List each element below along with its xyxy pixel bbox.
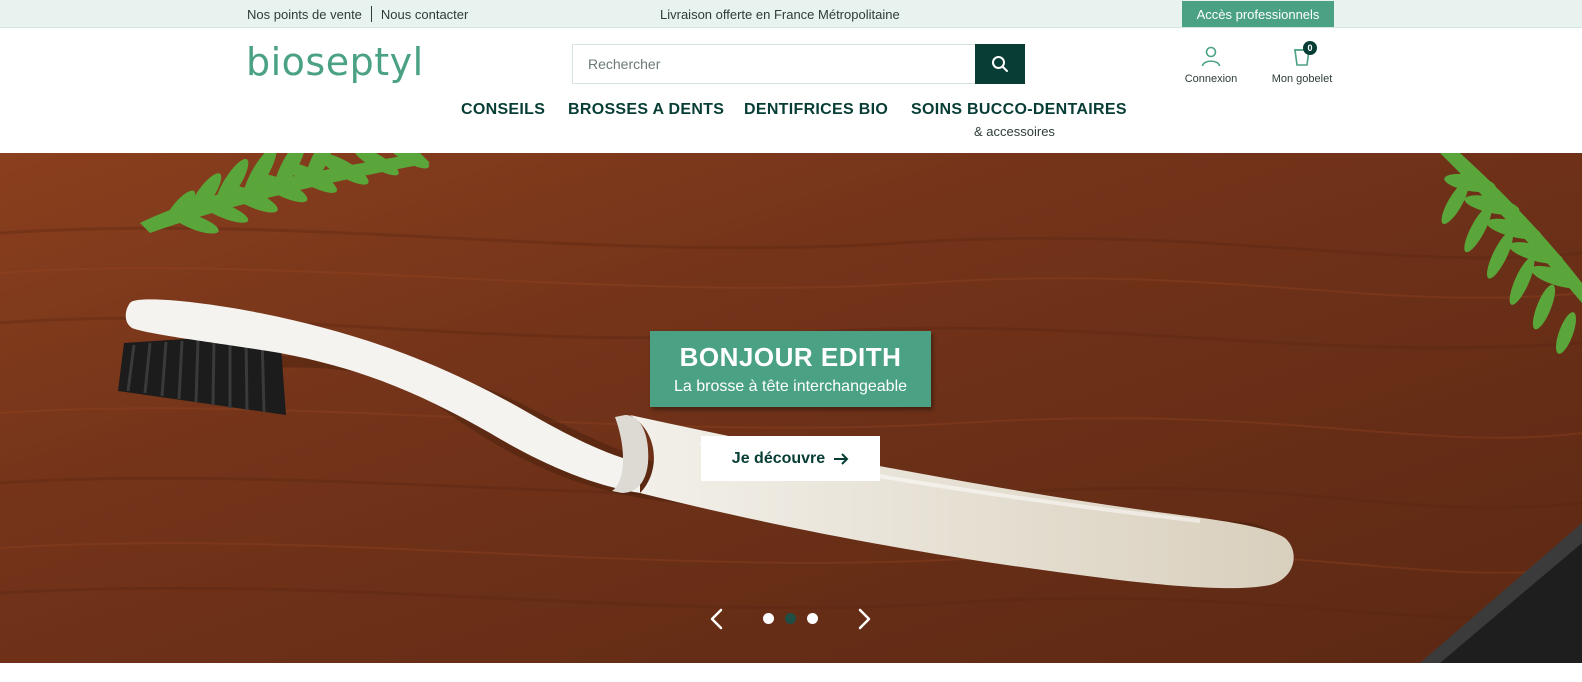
nav-item-dentifrices[interactable]: DENTIFRICES BIO bbox=[744, 101, 888, 119]
top-links: Nos points de vente Nous contacter bbox=[247, 6, 468, 22]
search-input[interactable] bbox=[572, 44, 975, 84]
slide-dot-3[interactable] bbox=[807, 613, 818, 624]
chevron-left-icon[interactable] bbox=[706, 607, 730, 631]
discover-button[interactable]: Je découvre bbox=[701, 436, 880, 481]
top-bar: Nos points de vente Nous contacter Livra… bbox=[0, 0, 1582, 28]
site-logo[interactable]: bioseptyl bbox=[246, 40, 424, 84]
hero-title: BONJOUR EDITH bbox=[679, 342, 902, 372]
divider bbox=[370, 6, 372, 22]
contact-link[interactable]: Nous contacter bbox=[381, 7, 468, 22]
account-link[interactable]: Connexion bbox=[1178, 44, 1244, 85]
search-icon bbox=[992, 56, 1008, 72]
main-nav: CONSEILS BROSSES A DENTS DENTIFRICES BIO… bbox=[0, 101, 1582, 141]
slide-dot-2[interactable] bbox=[785, 613, 796, 624]
search-button[interactable] bbox=[975, 44, 1025, 84]
store-locator-link[interactable]: Nos points de vente bbox=[247, 7, 362, 22]
page-continuation bbox=[0, 663, 1582, 682]
hero-subtitle: La brosse à tête interchangeable bbox=[673, 378, 908, 395]
chevron-right-icon[interactable] bbox=[851, 607, 875, 631]
account-label: Connexion bbox=[1184, 73, 1238, 85]
hero-title-box: BONJOUR EDITH La brosse à tête interchan… bbox=[650, 331, 931, 407]
discover-button-label: Je découvre bbox=[731, 449, 826, 467]
cart-label: Mon gobelet bbox=[1271, 73, 1333, 85]
nav-item-brosses[interactable]: BROSSES A DENTS bbox=[568, 101, 724, 119]
arrow-right-icon bbox=[834, 452, 849, 465]
nav-item-soins[interactable]: SOINS BUCCO-DENTAIRES bbox=[911, 101, 1127, 119]
shipping-promo: Livraison offerte en France Métropolitai… bbox=[660, 7, 900, 22]
hero-banner: BONJOUR EDITH La brosse à tête interchan… bbox=[0, 153, 1582, 663]
user-icon bbox=[1201, 46, 1221, 67]
search-bar bbox=[572, 44, 1025, 84]
nav-item-soins-sub: & accessoires bbox=[974, 124, 1055, 139]
slide-dots bbox=[763, 613, 818, 624]
nav-item-conseils[interactable]: CONSEILS bbox=[461, 101, 545, 119]
slide-dot-1[interactable] bbox=[763, 613, 774, 624]
cart-link[interactable]: 0 Mon gobelet bbox=[1264, 41, 1340, 85]
pro-access-button[interactable]: Accès professionnels bbox=[1182, 1, 1334, 27]
hero-image bbox=[0, 153, 1582, 663]
cart-count-badge: 0 bbox=[1303, 41, 1317, 55]
